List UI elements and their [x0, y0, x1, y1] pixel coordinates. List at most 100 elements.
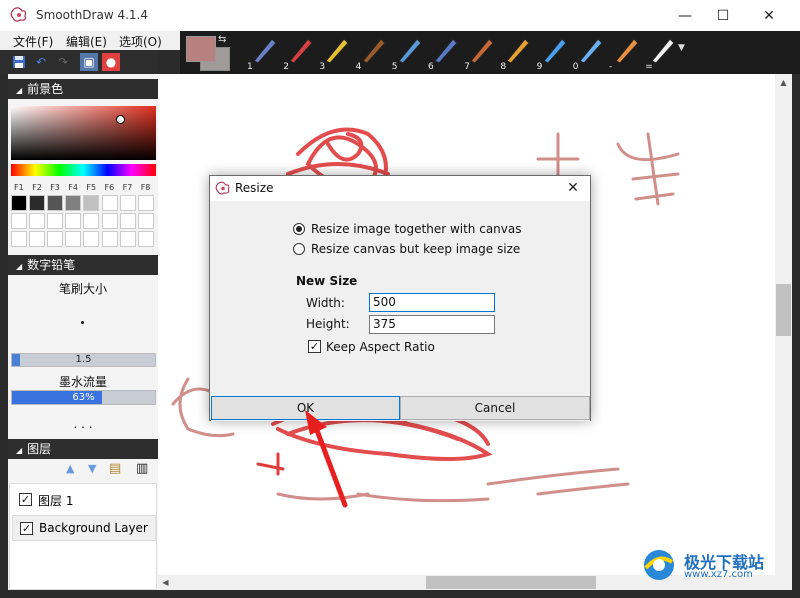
color-swatch[interactable] — [83, 195, 100, 211]
ink-brush-icon — [506, 38, 531, 64]
tool-blur-icon[interactable]: - — [608, 33, 642, 73]
color-swatch[interactable] — [47, 195, 64, 211]
tool-shortcut-label: 2 — [283, 62, 289, 72]
new-size-heading: New Size — [296, 274, 358, 288]
width-input[interactable]: 500 — [369, 293, 495, 312]
layer-down-icon[interactable]: ▼ — [88, 462, 96, 475]
color-swatch[interactable] — [47, 213, 64, 229]
background-layer-visibility-checkbox[interactable]: ✓ — [20, 522, 33, 535]
option-resize-canvas[interactable]: Resize canvas but keep image size — [293, 242, 520, 256]
color-swatch[interactable] — [119, 213, 136, 229]
color-swatch[interactable] — [65, 213, 82, 229]
color-picker-square[interactable] — [11, 106, 156, 160]
tool-pen-icon[interactable]: 1 — [246, 33, 280, 73]
swap-colors-icon[interactable]: ⇆ — [218, 34, 226, 45]
color-swatch[interactable] — [65, 231, 82, 247]
tool-oil-brush-icon[interactable]: 7 — [463, 33, 497, 73]
horizontal-scroll-thumb[interactable] — [426, 576, 596, 589]
color-swatch[interactable] — [65, 195, 82, 211]
color-swatch[interactable] — [29, 213, 46, 229]
cancel-button[interactable]: Cancel — [400, 396, 590, 420]
color-swatch[interactable] — [11, 195, 27, 211]
resize-dialog: Resize ✕ Resize image together with canv… — [209, 175, 591, 421]
keep-aspect-checkbox[interactable]: ✓ — [308, 340, 321, 353]
dialog-title: Resize — [235, 181, 274, 195]
menu-options[interactable]: 选项(O) — [119, 33, 162, 50]
menu-file[interactable]: 文件(F) — [13, 33, 53, 50]
vertical-scroll-thumb[interactable] — [776, 284, 791, 336]
color-swatch[interactable] — [119, 195, 136, 211]
brush-more-button[interactable]: . . . — [8, 417, 158, 431]
title-bar: SmoothDraw 4.1.4 — ☐ ✕ — [0, 0, 800, 31]
tool-spray-icon[interactable]: 6 — [427, 33, 461, 73]
layer-row-background[interactable]: ✓ Background Layer — [12, 515, 156, 541]
tool-marker-icon[interactable]: 3 — [318, 33, 352, 73]
dialog-title-bar: Resize ✕ — [210, 176, 590, 201]
tool-water-drop-icon[interactable]: 0 — [572, 33, 606, 73]
toolbar-dropdown-icon[interactable]: ▼ — [678, 43, 685, 53]
ink-flow-slider[interactable]: 63% — [11, 390, 156, 405]
tool-bar: ⇆ 1 2 3 4 5 6 7 8 9 0 - = ▼ — [180, 31, 800, 74]
layers-panel-header[interactable]: ◢ 图层 — [8, 439, 158, 459]
radio-resize-canvas[interactable] — [293, 243, 305, 255]
tool-shortcut-label: 3 — [319, 62, 326, 72]
scroll-left-icon[interactable]: ◀ — [158, 575, 173, 590]
maximize-button[interactable]: ☐ — [700, 0, 746, 31]
color-swatch[interactable] — [11, 231, 27, 247]
save-icon[interactable] — [10, 53, 28, 71]
brush-size-slider[interactable]: 1.5 — [11, 353, 156, 367]
close-button[interactable]: ✕ — [746, 0, 792, 31]
tool-ink-brush-icon[interactable]: 8 — [499, 33, 533, 73]
color-swatch[interactable] — [29, 231, 46, 247]
tool-eraser-icon[interactable]: = — [644, 33, 678, 73]
tool-pencil-icon[interactable]: 2 — [282, 33, 316, 73]
color-swatch[interactable] — [83, 213, 100, 229]
collapse-triangle-icon: ◢ — [16, 446, 23, 455]
layer-1-name: 图层 1 — [38, 494, 74, 508]
blur-icon — [615, 38, 639, 64]
radio-resize-image[interactable] — [293, 223, 305, 235]
scroll-up-icon[interactable]: ▲ — [775, 74, 792, 91]
layout-toggle-icon[interactable]: ▣ — [80, 53, 98, 71]
color-swatch[interactable] — [137, 195, 154, 211]
eraser-icon — [651, 38, 675, 64]
layer-folder-icon[interactable]: ▤ — [109, 461, 121, 476]
tool-airbrush-icon[interactable]: 5 — [391, 33, 425, 73]
tool-sparkle-icon[interactable]: 9 — [536, 33, 570, 73]
color-swatch[interactable] — [137, 231, 154, 247]
tool-brush-icon[interactable]: 4 — [355, 33, 389, 73]
layer-1-visibility-checkbox[interactable]: ✓ — [19, 493, 32, 506]
undo-icon[interactable]: ↶ — [32, 53, 50, 71]
quick-toolbar: ↶ ↷ ▣ ● — [0, 50, 158, 74]
color-swatch[interactable] — [29, 195, 46, 211]
color-swatch[interactable] — [47, 231, 64, 247]
vertical-scrollbar[interactable]: ▲ — [775, 74, 792, 575]
hue-slider[interactable] — [11, 164, 156, 176]
color-swatch[interactable] — [119, 231, 136, 247]
color-swatch[interactable] — [11, 213, 27, 229]
foreground-panel-header[interactable]: ◢ 前景色 — [8, 79, 158, 99]
dialog-close-icon[interactable]: ✕ — [560, 178, 586, 198]
foreground-color-box[interactable] — [186, 36, 216, 62]
option-resize-image[interactable]: Resize image together with canvas — [293, 222, 521, 236]
layers-list: ✓ 图层 1 ✓ Background Layer — [9, 483, 157, 590]
spray-icon — [434, 38, 458, 64]
keep-aspect-label: Keep Aspect Ratio — [326, 340, 435, 354]
color-swatch[interactable] — [101, 231, 118, 247]
height-input[interactable]: 375 — [369, 315, 495, 334]
layer-row-1[interactable]: ✓ 图层 1 — [12, 488, 156, 512]
menu-edit[interactable]: 编辑(E) — [66, 33, 107, 50]
app-logo-icon — [10, 7, 27, 22]
color-picker-cursor[interactable] — [116, 115, 125, 124]
color-swatch[interactable] — [137, 213, 154, 229]
color-swatch[interactable] — [101, 195, 118, 211]
tool-shortcut-label: 4 — [355, 62, 362, 72]
redo-icon[interactable]: ↷ — [54, 53, 72, 71]
brush-panel-header[interactable]: ◢ 数字铅笔 — [8, 255, 158, 275]
sidebar: ◢ 前景色 F1 F2 F3 F4 F5 F6 F7 F8 ◢ 数字铅笔 笔刷大小 1.5 墨水流… — [8, 74, 158, 590]
layer-up-icon[interactable]: ▲ — [66, 462, 74, 475]
new-layer-icon[interactable]: ▥ — [136, 461, 148, 476]
record-icon[interactable]: ● — [102, 53, 120, 71]
color-swatch[interactable] — [101, 213, 118, 229]
color-swatch[interactable] — [83, 231, 100, 247]
